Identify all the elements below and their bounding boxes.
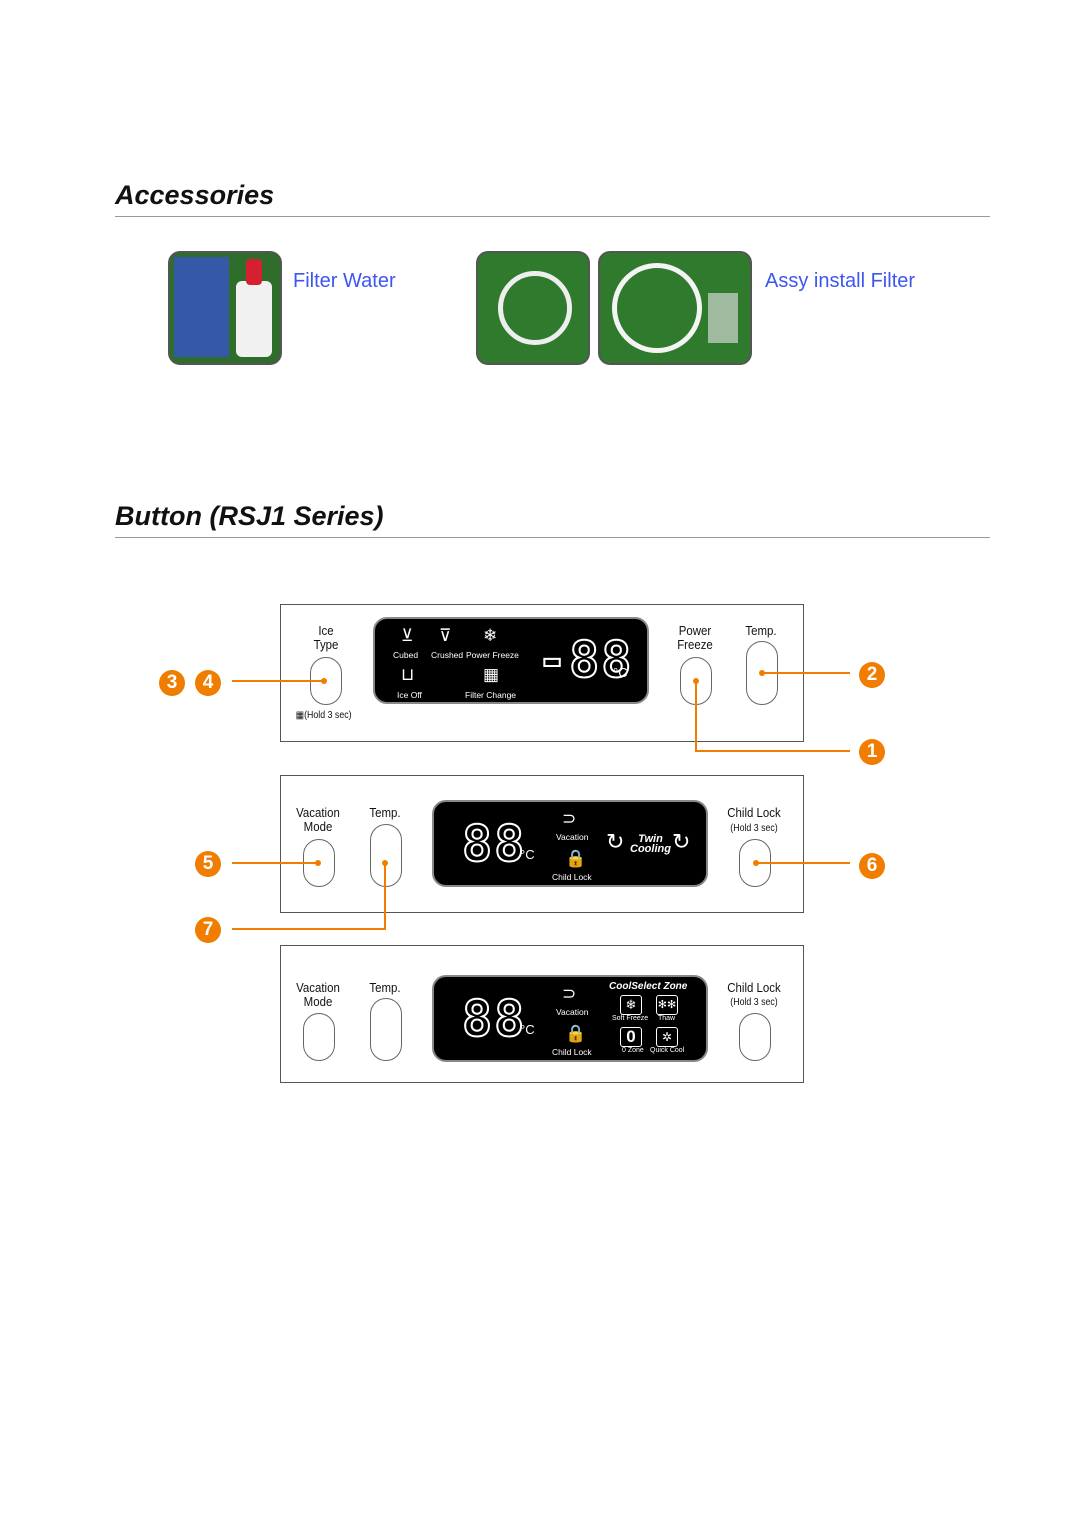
callout-7: 7 xyxy=(195,917,221,943)
leader-line-3-4 xyxy=(232,680,324,682)
callout-2: 2 xyxy=(859,662,885,688)
soft-freeze-icon: ❄ xyxy=(620,995,642,1015)
lock-icon: 🔒 xyxy=(565,849,587,868)
cubed-label: Cubed xyxy=(393,650,419,660)
callout-4: 4 xyxy=(195,670,221,696)
unit-celsius: °C xyxy=(520,1022,535,1037)
manual-page: Accessories Filter Water Assy install Fi… xyxy=(0,0,1080,1515)
power-freeze-button-label: Power Freeze xyxy=(677,623,713,652)
thaw-label: Thaw xyxy=(658,1015,676,1022)
temp-label: Temp. xyxy=(369,805,401,820)
install-kit-photo xyxy=(476,251,590,365)
filter-change-icon: ▦ xyxy=(483,665,500,684)
power-freeze-icon: ❄ xyxy=(483,626,498,645)
vacation-mode-button[interactable] xyxy=(303,1013,335,1061)
power-freeze-label: Power Freeze xyxy=(466,650,519,660)
install-tube-photo xyxy=(598,251,752,365)
leader-dot xyxy=(693,678,699,684)
zero-zone-label: 0 Zone xyxy=(622,1047,644,1054)
child-lock-label: Child Lock xyxy=(727,805,781,820)
child-lock-indicator: Child Lock xyxy=(552,1047,592,1057)
leader-line-7-vertical xyxy=(384,862,386,930)
vacation-indicator: Vacation xyxy=(556,832,589,842)
lock-icon: 🔒 xyxy=(565,1024,587,1043)
fridge-temp-button[interactable] xyxy=(370,998,402,1061)
display-1: ⊻ Cubed ⊽ Crushed ❄ Power Freeze ⊔ Ice O… xyxy=(373,617,649,704)
zero-zone-icon: 0 xyxy=(620,1027,642,1047)
leader-dot xyxy=(321,678,327,684)
child-lock-indicator: Child Lock xyxy=(552,872,592,882)
accessories-heading: Accessories xyxy=(115,180,275,210)
quick-cool-label: Quick Cool xyxy=(650,1047,685,1054)
divider xyxy=(115,216,990,217)
leader-dot xyxy=(315,860,321,866)
child-lock-button[interactable] xyxy=(739,1013,771,1061)
hold-label: (Hold 3 sec) xyxy=(730,823,778,834)
leader-line-7 xyxy=(232,928,386,930)
callout-5: 5 xyxy=(195,851,221,877)
vacation-indicator: Vacation xyxy=(556,1007,589,1017)
leader-dot xyxy=(753,860,759,866)
leader-line-1 xyxy=(695,750,850,752)
assy-install-filter-label: Assy install Filter xyxy=(765,270,916,292)
leader-line-2 xyxy=(762,672,850,674)
hold-label: (Hold 3 sec) xyxy=(730,997,778,1008)
leader-dot xyxy=(382,860,388,866)
coolselect-zone-title: CoolSelect Zone xyxy=(609,981,688,992)
ice-type-label: Ice Type xyxy=(313,623,339,652)
temp-label: Temp. xyxy=(369,980,401,995)
leader-line-5 xyxy=(232,862,318,864)
filter-water-photo xyxy=(168,251,282,365)
callout-3: 3 xyxy=(159,670,185,696)
vacation-mode-label: Vacation Mode xyxy=(296,805,340,834)
display-3: 88 °C ⊃ Vacation 🔒 Child Lock CoolSelect… xyxy=(432,975,708,1062)
thaw-icon: ✻✻ xyxy=(656,995,678,1015)
divider xyxy=(115,537,990,538)
hold-label: ▦(Hold 3 sec) xyxy=(296,709,352,723)
soft-freeze-label: Soft Freeze xyxy=(612,1015,649,1022)
filter-water-label: Filter Water xyxy=(293,270,396,292)
hold-text: (Hold 3 sec) xyxy=(304,710,352,721)
vacation-plug-icon: ⊃ xyxy=(562,984,577,1003)
cubed-icon: ⊻ xyxy=(401,626,414,645)
filter-change-label: Filter Change xyxy=(465,690,517,700)
callout-1: 1 xyxy=(859,739,885,765)
unit-celsius: °C xyxy=(520,847,535,862)
twin-cooling-icon-left: ↻ xyxy=(606,829,625,854)
leader-dot xyxy=(759,670,765,676)
crushed-icon: ⊽ xyxy=(439,626,452,645)
leader-line-1-vertical xyxy=(695,680,697,752)
quick-cool-icon: ✲ xyxy=(656,1027,678,1047)
fridge-temp-button[interactable] xyxy=(370,824,402,887)
temperature-digits: 88 xyxy=(461,815,527,873)
callout-6: 6 xyxy=(859,853,885,879)
temp-label: Temp. xyxy=(745,623,777,638)
twin-cooling-label: Twin Cooling xyxy=(630,834,671,855)
leader-line-6 xyxy=(756,862,850,864)
temperature-digits: 88 xyxy=(461,990,527,1048)
crushed-label: Crushed xyxy=(431,650,464,660)
ice-off-icon: ⊔ xyxy=(401,665,415,684)
vacation-mode-label: Vacation Mode xyxy=(296,980,340,1009)
button-heading: Button (RSJ1 Series) xyxy=(115,501,384,531)
twin-cooling-icon-right: ↻ xyxy=(672,829,691,854)
vacation-plug-icon: ⊃ xyxy=(562,809,577,828)
unit-celsius: °C xyxy=(613,665,628,680)
child-lock-label: Child Lock xyxy=(727,980,781,995)
ice-off-label: Ice Off xyxy=(397,690,422,700)
cooling-text: Cooling xyxy=(630,843,671,855)
display-2: 88 °C ⊃ Vacation 🔒 Child Lock ↻ Twin Cool… xyxy=(432,800,708,887)
